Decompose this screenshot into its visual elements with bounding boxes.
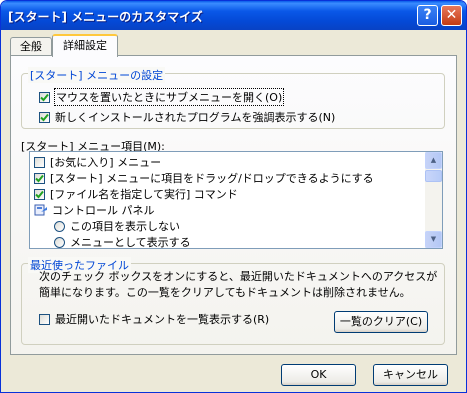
cancel-button[interactable]: キャンセル <box>373 364 448 386</box>
run-command-checkbox[interactable] <box>34 188 45 200</box>
list-recent-documents-option[interactable]: 最近開いたドキュメントを一覧表示する(R) <box>39 311 269 327</box>
list-item-show-as-menu[interactable]: メニューとして表示する <box>54 234 191 249</box>
list-item-dont-show[interactable]: この項目を表示しない <box>54 218 180 234</box>
check-mark-icon <box>40 93 49 101</box>
check-mark-icon <box>35 190 44 198</box>
ok-button[interactable]: OK <box>281 364 356 386</box>
check-mark-icon <box>40 113 49 121</box>
control-panel-icon <box>34 204 47 216</box>
scroll-up-icon[interactable]: ▲ <box>425 152 442 169</box>
tab-advanced[interactable]: 詳細設定 <box>52 34 118 57</box>
favorites-label: [お気に入り] メニュー <box>50 156 162 169</box>
check-mark-icon <box>35 174 44 182</box>
show-as-menu-label: メニューとして表示する <box>70 236 191 249</box>
close-button[interactable]: ✕ <box>441 5 462 26</box>
clear-list-button[interactable]: 一覧のクリア(C) <box>334 311 428 333</box>
title-bar[interactable]: [スタート] メニューのカスタマイズ ? ✕ <box>1 1 466 30</box>
highlight-new-programs-option[interactable]: 新しくインストールされたプログラムを強調表示する(N) <box>39 109 335 125</box>
dont-show-label: この項目を表示しない <box>70 220 180 233</box>
favorites-checkbox[interactable] <box>34 156 45 168</box>
dialog-window: [スタート] メニューのカスタマイズ ? ✕ 全般 詳細設定 [スタート] メニ… <box>0 0 467 393</box>
start-menu-items-list[interactable]: [お気に入り] メニュー [スタート] メニューに項目をドラッグ/ドロップできる… <box>29 151 443 249</box>
highlight-new-programs-label: 新しくインストールされたプログラムを強調表示する(N) <box>55 111 336 124</box>
drag-drop-label: [スタート] メニューに項目をドラッグ/ドロップできるようにする <box>50 172 374 185</box>
list-item-favorites[interactable]: [お気に入り] メニュー <box>34 154 161 170</box>
list-item-run-command[interactable]: [ファイル名を指定して実行] コマンド <box>34 186 238 202</box>
open-submenu-label: マウスを置いたときにサブメニューを開く(O) <box>53 88 285 106</box>
list-item-drag-drop[interactable]: [スタート] メニューに項目をドラッグ/ドロップできるようにする <box>34 170 374 186</box>
drag-drop-checkbox[interactable] <box>34 172 45 184</box>
run-command-label: [ファイル名を指定して実行] コマンド <box>50 188 238 201</box>
start-menu-settings-legend: [スタート] メニューの設定 <box>28 67 166 83</box>
open-submenu-on-hover-option[interactable]: マウスを置いたときにサブメニューを開く(O) <box>39 88 285 106</box>
control-panel-label: コントロール パネル <box>52 204 155 217</box>
list-recent-documents-label: 最近開いたドキュメントを一覧表示する(R) <box>55 313 270 326</box>
list-scrollbar[interactable]: ▲ ▼ <box>425 152 442 248</box>
window-title: [スタート] メニューのカスタマイズ <box>8 10 203 24</box>
show-as-menu-radio[interactable] <box>54 236 65 248</box>
list-item-control-panel: コントロール パネル <box>34 202 155 218</box>
highlight-new-programs-checkbox[interactable] <box>39 111 50 123</box>
dont-show-radio[interactable] <box>54 220 65 232</box>
open-submenu-checkbox[interactable] <box>39 91 50 103</box>
recent-files-description: 次のチェック ボックスをオンにすると、最近開いたドキュメントへのアクセスが簡単に… <box>39 270 438 299</box>
list-recent-documents-checkbox[interactable] <box>39 313 50 325</box>
scroll-down-icon[interactable]: ▼ <box>425 231 442 248</box>
help-button[interactable]: ? <box>417 5 438 26</box>
tab-general[interactable]: 全般 <box>10 37 52 56</box>
scroll-thumb[interactable] <box>425 170 442 182</box>
